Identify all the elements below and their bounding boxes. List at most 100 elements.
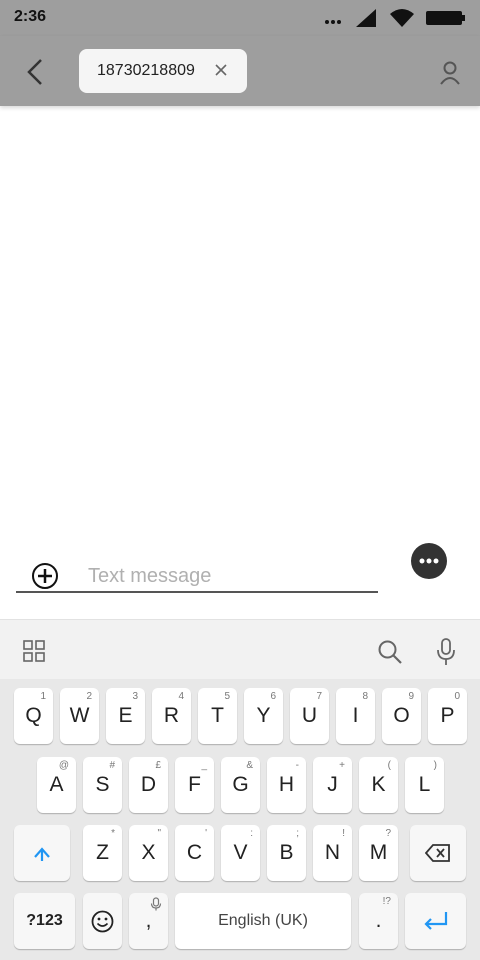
key-hint: 2: [86, 691, 92, 702]
add-contact-button[interactable]: [438, 60, 462, 86]
keyboard-toolbar: [0, 619, 480, 679]
key-hint: #: [109, 760, 115, 771]
key-label: Z: [96, 841, 109, 864]
key-hint: £: [155, 760, 161, 771]
key-l[interactable]: ) L: [405, 757, 444, 813]
key-w[interactable]: 2W: [60, 688, 99, 744]
key-g[interactable]: & G: [221, 757, 260, 813]
plus-circle-icon: [32, 563, 58, 589]
key-label: Q: [25, 704, 42, 727]
key-o[interactable]: 9O: [382, 688, 421, 744]
key-hint: 0: [454, 691, 460, 702]
key-hint: ;: [296, 828, 299, 839]
key-hint: ): [433, 760, 437, 771]
close-icon: [215, 64, 227, 76]
key-hint: 3: [132, 691, 138, 702]
key-label: E: [118, 704, 133, 727]
message-input[interactable]: [88, 560, 378, 592]
keyboard: 1Q 2W 3E 4R 5T 6Y 7U 8I 9O 0P @ A # S £ D _…: [0, 679, 480, 960]
compose-area: [0, 540, 480, 620]
status-time: 2:36: [14, 8, 47, 25]
key-label: S: [95, 773, 110, 796]
key-hint: +: [339, 760, 345, 771]
keyboard-menu-button[interactable]: [23, 640, 45, 662]
period-key[interactable]: !?.: [359, 893, 398, 949]
key-r[interactable]: 4R: [152, 688, 191, 744]
key-hint: !: [342, 828, 345, 839]
key-x[interactable]: " X: [129, 825, 168, 881]
key-hint: 5: [224, 691, 230, 702]
key-v[interactable]: :V: [221, 825, 260, 881]
key-hint: _: [201, 760, 207, 771]
key-hint: :: [250, 828, 253, 839]
key-label: W: [69, 704, 90, 727]
key-hint: *: [111, 828, 115, 839]
add-attachment-button[interactable]: [31, 562, 59, 590]
space-key[interactable]: English (UK): [175, 893, 351, 949]
key-label: D: [140, 773, 157, 796]
key-s[interactable]: # S: [83, 757, 122, 813]
key-k[interactable]: (K: [359, 757, 398, 813]
more-options-button[interactable]: [411, 543, 447, 579]
key-h[interactable]: -H: [267, 757, 306, 813]
key-hint: ': [205, 828, 207, 839]
smiley-icon: [91, 910, 114, 933]
key-u[interactable]: 7U: [290, 688, 329, 744]
person-icon: [440, 61, 460, 85]
key-label: U: [301, 704, 318, 727]
backspace-key[interactable]: [410, 825, 466, 881]
remove-recipient-button[interactable]: [213, 62, 229, 78]
key-p[interactable]: 0P: [428, 688, 467, 744]
key-e[interactable]: 3E: [106, 688, 145, 744]
key-label: F: [188, 773, 201, 796]
key-hint: @: [58, 760, 69, 771]
key-label: B: [279, 841, 294, 864]
symbols-key[interactable]: ?123: [14, 893, 75, 949]
key-label: V: [233, 841, 248, 864]
emoji-key[interactable]: [83, 893, 122, 949]
key-label: J: [327, 773, 338, 796]
key-n[interactable]: ! N: [313, 825, 352, 881]
key-c[interactable]: ' C: [175, 825, 214, 881]
shift-key[interactable]: [14, 825, 70, 881]
key-b[interactable]: ; B: [267, 825, 306, 881]
key-label: L: [418, 773, 431, 796]
backspace-icon: [425, 844, 450, 862]
recipient-chip[interactable]: 18730218809: [79, 49, 247, 93]
key-z[interactable]: * Z: [83, 825, 122, 881]
keyboard-search-button[interactable]: [377, 639, 403, 665]
key-hint: ": [157, 828, 161, 839]
key-d[interactable]: £ D: [129, 757, 168, 813]
key-m[interactable]: ? M: [359, 825, 398, 881]
key-hint: !?: [382, 896, 391, 907]
enter-arrow-icon: [424, 912, 448, 930]
cell-signal-icon: [354, 8, 378, 33]
period-key-label: .: [375, 909, 382, 932]
key-label: R: [163, 704, 180, 727]
key-t[interactable]: 5T: [198, 688, 237, 744]
comma-key[interactable]: ,: [129, 893, 168, 949]
key-hint: (: [387, 760, 391, 771]
more-horizontal-icon: [419, 558, 439, 564]
key-q[interactable]: 1Q: [14, 688, 53, 744]
key-label: T: [211, 704, 224, 727]
enter-key[interactable]: [405, 893, 466, 949]
key-label: M: [369, 841, 388, 864]
key-label: K: [371, 773, 386, 796]
key-hint: 7: [316, 691, 322, 702]
voice-input-button[interactable]: [435, 638, 457, 666]
key-y[interactable]: 6Y: [244, 688, 283, 744]
key-a[interactable]: @ A: [37, 757, 76, 813]
key-f[interactable]: _ F: [175, 757, 214, 813]
key-i[interactable]: 8I: [336, 688, 375, 744]
key-hint: &: [246, 760, 253, 771]
back-button[interactable]: [16, 54, 56, 90]
comma-key-label: ,: [145, 909, 152, 932]
key-label: H: [278, 773, 295, 796]
symbols-key-label: ?123: [26, 912, 63, 929]
key-j[interactable]: + J: [313, 757, 352, 813]
search-icon: [378, 640, 402, 664]
key-hint: 9: [408, 691, 414, 702]
more-dots-icon: [324, 12, 342, 30]
key-label: P: [440, 704, 455, 727]
